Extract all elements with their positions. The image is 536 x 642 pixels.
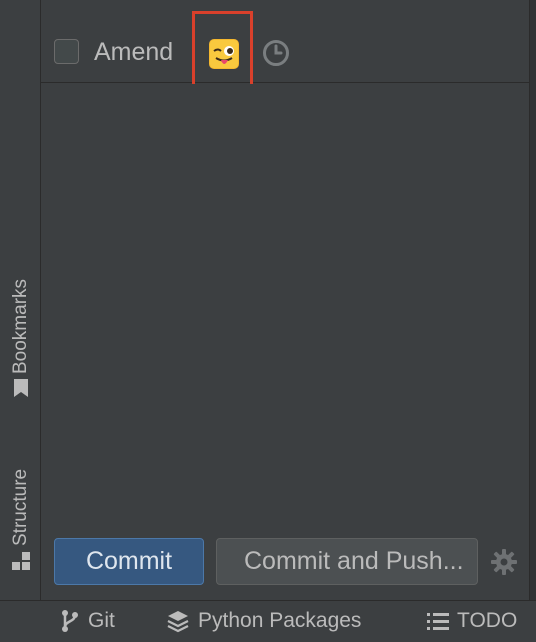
gear-icon[interactable] [490, 548, 518, 576]
commit-tool-window: Bookmarks Structure Amend Commit Commit … [0, 0, 536, 642]
structure-tab-label: Structure [10, 468, 31, 546]
git-tab-label: Git [88, 609, 115, 632]
layers-icon [167, 611, 189, 633]
emoji-button[interactable] [192, 11, 253, 89]
list-icon [427, 613, 449, 630]
left-tool-strip: Bookmarks Structure [0, 0, 41, 600]
todo-tab[interactable]: TODO [427, 609, 517, 633]
commit-options-row: Amend [41, 11, 529, 89]
winking-face-with-tongue-icon [209, 39, 239, 69]
structure-tab[interactable]: Structure [8, 469, 34, 574]
bookmark-icon [12, 378, 30, 404]
git-tab[interactable]: Git [60, 609, 115, 633]
amend-label[interactable]: Amend [94, 38, 173, 67]
python-packages-tab-label: Python Packages [198, 609, 362, 632]
commit-and-push-button-label: Commit and Push... [244, 547, 464, 575]
amend-checkbox[interactable] [54, 39, 79, 64]
commit-panel: Amend Commit Commit and Push... [41, 0, 529, 600]
structure-icon [11, 551, 31, 577]
commit-message-input[interactable] [41, 84, 529, 524]
commit-and-push-button[interactable]: Commit and Push... [216, 538, 478, 585]
bookmarks-tab-label: Bookmarks [10, 278, 31, 374]
clock-icon[interactable] [262, 39, 290, 67]
bottom-tool-bar: Git Python Packages TODO [0, 600, 536, 642]
bookmarks-tab[interactable]: Bookmarks [8, 279, 34, 400]
python-packages-tab[interactable]: Python Packages [166, 609, 361, 633]
branch-icon [62, 610, 78, 632]
right-edge [529, 0, 536, 600]
commit-button[interactable]: Commit [54, 538, 204, 585]
todo-tab-label: TODO [457, 609, 518, 632]
commit-button-label: Commit [85, 547, 173, 575]
